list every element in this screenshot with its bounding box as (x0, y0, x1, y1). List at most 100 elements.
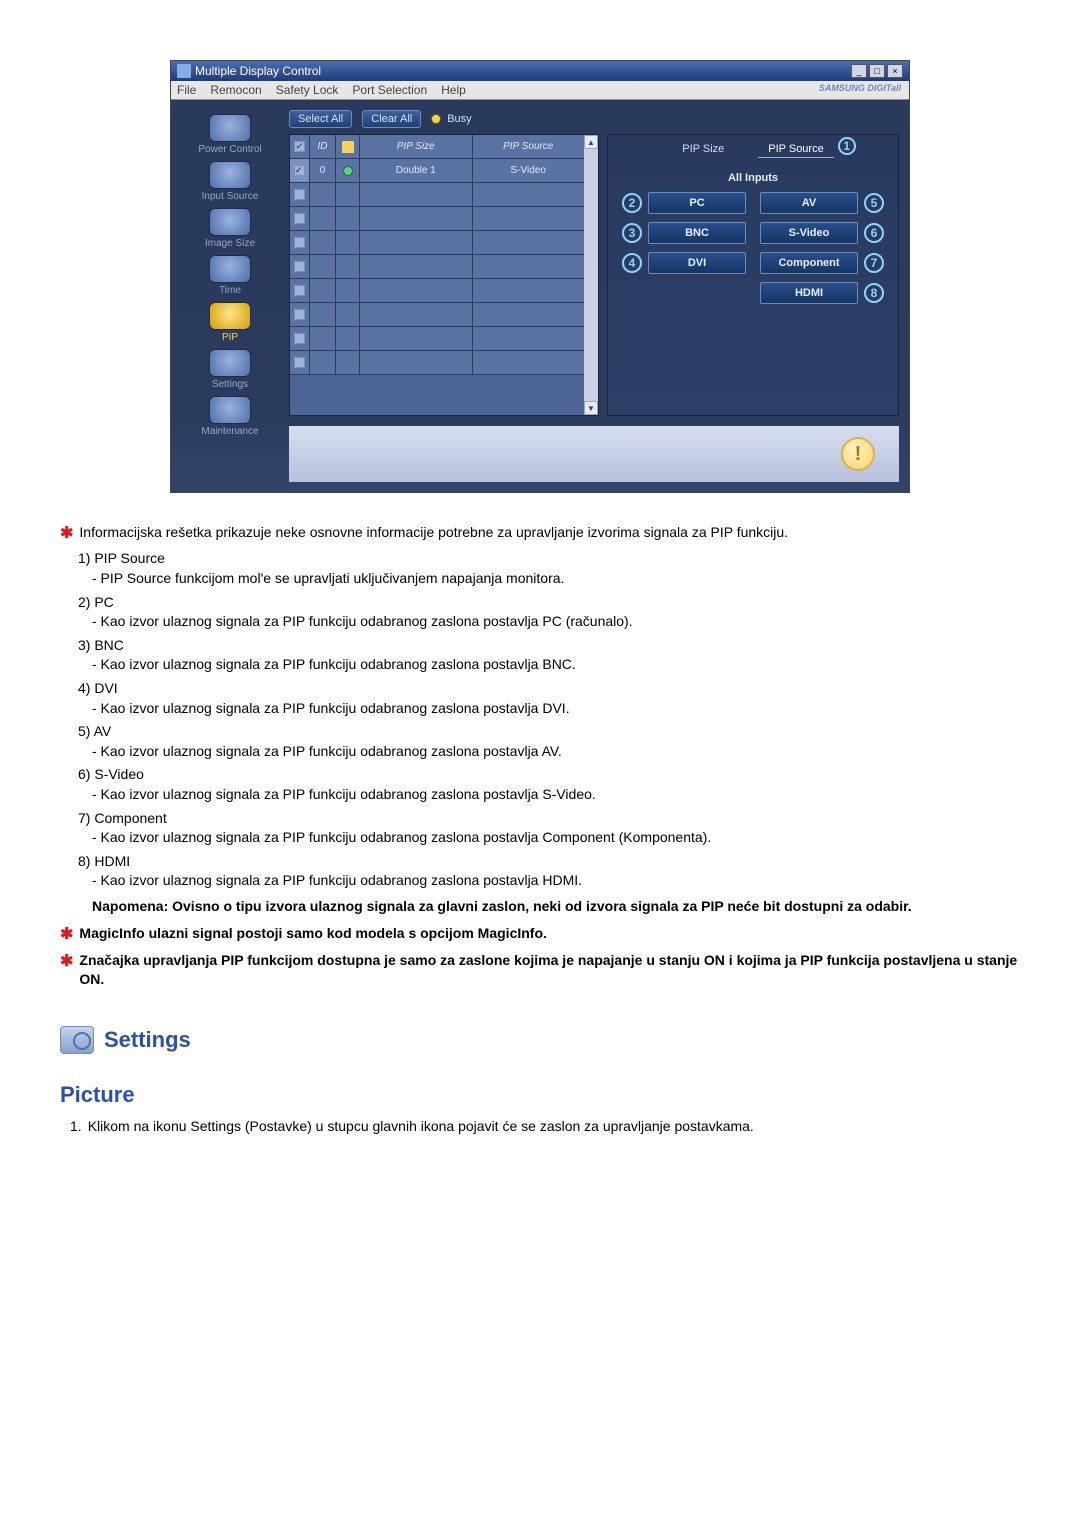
select-all-button[interactable]: Select All (289, 110, 352, 128)
pip-source-panel: PIP Size PIP Source 1 All Inputs 2 PC (607, 134, 899, 416)
maximize-button[interactable]: □ (869, 64, 885, 78)
status-icon (342, 141, 354, 153)
sidebar: Power Control Input Source Image Size Ti… (171, 100, 289, 492)
menu-help[interactable]: Help (441, 83, 466, 97)
app-window: Multiple Display Control _ □ × File Remo… (170, 60, 910, 493)
row-checkbox[interactable] (294, 309, 305, 320)
callout-4: 4 (622, 253, 642, 273)
hdmi-button[interactable]: HDMI (760, 282, 858, 304)
component-button[interactable]: Component (760, 252, 858, 274)
settings-heading-text: Settings (104, 1027, 191, 1053)
picture-item-text: Klikom na ikonu Settings (Postavke) u st… (88, 1118, 754, 1134)
explanation-block: ✱ Informacijska rešetka prikazuje neke o… (60, 523, 1020, 990)
table-row[interactable] (290, 207, 584, 231)
tab-pip-size[interactable]: PIP Size (672, 141, 734, 158)
settings-heading-icon (60, 1026, 94, 1054)
row-checkbox[interactable] (294, 333, 305, 344)
row-checkbox[interactable] (294, 285, 305, 296)
titlebar: Multiple Display Control _ □ × (171, 61, 909, 81)
clear-all-button[interactable]: Clear All (362, 110, 421, 128)
table-row[interactable] (290, 303, 584, 327)
info-grid: ID PIP Size PIP Source 0 Double 1 S-Vid (289, 134, 599, 416)
row-pip-size: Double 1 (360, 159, 473, 182)
dvi-button[interactable]: DVI (648, 252, 746, 274)
menu-safety-lock[interactable]: Safety Lock (276, 83, 339, 97)
sidebar-item-label: Image Size (205, 238, 255, 249)
row-checkbox[interactable] (294, 357, 305, 368)
tab-pip-source[interactable]: PIP Source 1 (758, 141, 833, 158)
pip-on-note: Značajka upravljanja PIP funkcijom dostu… (79, 951, 1020, 990)
grid-scrollbar[interactable]: ▲ ▼ (584, 135, 598, 415)
busy-dot-icon (431, 114, 441, 124)
list-item: 3) BNC - Kao izvor ulaznog signala za PI… (78, 636, 1020, 675)
time-icon (209, 255, 251, 283)
callout-7: 7 (864, 253, 884, 273)
settings-heading: Settings (60, 1026, 1020, 1054)
magicinfo-note: MagicInfo ulazni signal postoji samo kod… (79, 924, 547, 946)
bnc-button[interactable]: BNC (648, 222, 746, 244)
scroll-up-icon[interactable]: ▲ (584, 135, 598, 149)
picture-list: 1. Klikom na ikonu Settings (Postavke) u… (64, 1118, 1020, 1134)
window-title: Multiple Display Control (195, 64, 321, 78)
row-pip-source: S-Video (473, 159, 585, 182)
sidebar-item-label: Power Control (198, 144, 261, 155)
busy-label: Busy (447, 113, 471, 125)
sidebar-item-label: Maintenance (201, 426, 258, 437)
footer-bar: ! (289, 426, 899, 482)
intro-text: Informacijska rešetka prikazuje neke osn… (79, 523, 788, 545)
sidebar-item-settings[interactable]: Settings (209, 349, 251, 390)
callout-6: 6 (864, 223, 884, 243)
sidebar-item-input-source[interactable]: Input Source (202, 161, 259, 202)
callout-8: 8 (864, 283, 884, 303)
list-item: 1) PIP Source - PIP Source funkcijom mol… (78, 549, 1020, 588)
svideo-button[interactable]: S-Video (760, 222, 858, 244)
all-inputs-label: All Inputs (614, 172, 892, 184)
sidebar-item-label: Input Source (202, 191, 259, 202)
callout-3: 3 (622, 223, 642, 243)
row-checkbox[interactable] (294, 213, 305, 224)
row-checkbox[interactable] (294, 261, 305, 272)
sidebar-item-maintenance[interactable]: Maintenance (201, 396, 258, 437)
list-item: 6) S-Video - Kao izvor ulaznog signala z… (78, 765, 1020, 804)
minimize-button[interactable]: _ (851, 64, 867, 78)
sidebar-item-time[interactable]: Time (209, 255, 251, 296)
list-item: 8) HDMI - Kao izvor ulaznog signala za P… (78, 852, 1020, 891)
note-text: Napomena: Ovisno o tipu izvora ulaznog s… (92, 897, 1020, 917)
row-checkbox[interactable] (294, 237, 305, 248)
busy-indicator: Busy (431, 113, 471, 125)
table-row[interactable] (290, 327, 584, 351)
sidebar-item-label: Settings (212, 379, 248, 390)
brand-logo: SAMSUNG DIGITall (819, 83, 901, 93)
pc-button[interactable]: PC (648, 192, 746, 214)
header-checkbox[interactable] (294, 141, 305, 152)
menu-port-selection[interactable]: Port Selection (352, 83, 427, 97)
callout-1: 1 (838, 137, 856, 155)
sidebar-item-image-size[interactable]: Image Size (205, 208, 255, 249)
input-icon (209, 161, 251, 189)
star-icon: ✱ (60, 523, 73, 545)
star-icon: ✱ (60, 951, 73, 990)
star-icon: ✱ (60, 924, 73, 946)
sidebar-item-label: PIP (222, 332, 238, 343)
table-row[interactable] (290, 255, 584, 279)
close-button[interactable]: × (887, 64, 903, 78)
table-row[interactable] (290, 351, 584, 375)
col-pip-size: PIP Size (360, 135, 473, 158)
list-item: 2) PC - Kao izvor ulaznog signala za PIP… (78, 593, 1020, 632)
av-button[interactable]: AV (760, 192, 858, 214)
row-checkbox[interactable] (294, 189, 305, 200)
table-row[interactable] (290, 231, 584, 255)
table-row[interactable] (290, 183, 584, 207)
row-id: 0 (310, 159, 336, 182)
table-row[interactable]: 0 Double 1 S-Video (290, 159, 584, 183)
table-row[interactable] (290, 279, 584, 303)
menu-remocon[interactable]: Remocon (210, 83, 261, 97)
callout-2: 2 (622, 193, 642, 213)
power-icon (209, 114, 251, 142)
menu-file[interactable]: File (177, 83, 196, 97)
sidebar-item-pip[interactable]: PIP (209, 302, 251, 343)
sidebar-item-power-control[interactable]: Power Control (198, 114, 261, 155)
row-checkbox[interactable] (294, 165, 305, 176)
scroll-down-icon[interactable]: ▼ (584, 401, 598, 415)
list-item: 7) Component - Kao izvor ulaznog signala… (78, 809, 1020, 848)
